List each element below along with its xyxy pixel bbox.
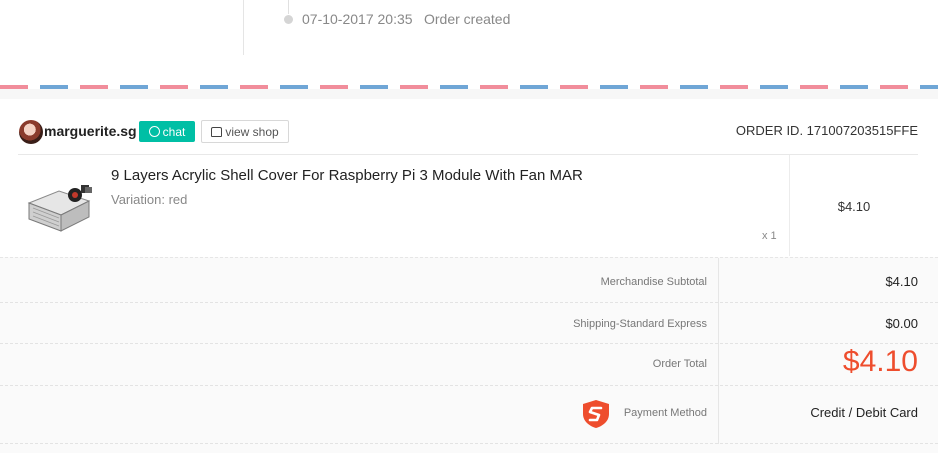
subtotal-row: Merchandise Subtotal $4.10: [0, 258, 938, 303]
order-timeline: 07-10-2017 20:35 Order created: [0, 0, 938, 86]
view-shop-button[interactable]: view shop: [201, 120, 289, 143]
payment-value: Credit / Debit Card: [810, 405, 918, 420]
order-id: ORDER ID. 171007203515FFE: [735, 123, 918, 138]
payment-row: Payment Method Credit / Debit Card: [0, 386, 938, 444]
product-price: $4.10: [837, 199, 871, 214]
order-total-row: Order Total $4.10: [0, 344, 938, 386]
subtotal-label: Merchandise Subtotal: [600, 276, 707, 288]
shop-name[interactable]: marguerite.sg: [44, 123, 137, 139]
chat-button[interactable]: chat: [139, 121, 195, 142]
view-shop-button-label: view shop: [225, 124, 279, 139]
product-title[interactable]: 9 Layers Acrylic Shell Cover For Raspber…: [111, 167, 583, 184]
section-gap: [0, 89, 938, 99]
order-total-label: Order Total: [652, 358, 707, 370]
order-totals: Merchandise Subtotal $4.10 Shipping-Stan…: [0, 257, 938, 453]
shipping-value: $0.00: [885, 316, 918, 331]
shipping-row: Shipping-Standard Express $0.00: [0, 303, 938, 344]
order-total-value: $4.10: [842, 345, 918, 378]
order-item[interactable]: 9 Layers Acrylic Shell Cover For Raspber…: [18, 155, 918, 256]
subtotal-value: $4.10: [885, 274, 918, 289]
timeline-timestamp: 07-10-2017 20:35: [302, 11, 413, 27]
timeline-event: Order created: [424, 11, 511, 27]
product-thumbnail[interactable]: [23, 181, 95, 237]
payment-label: Payment Method: [623, 407, 707, 419]
chat-button-label: chat: [162, 124, 186, 139]
timeline-divider: [243, 0, 244, 55]
shop-icon: [211, 126, 223, 137]
shop-header: marguerite.sg chat view shop ORDER ID. 1…: [18, 99, 918, 155]
shop-avatar[interactable]: [19, 120, 43, 144]
product-quantity: x 1: [762, 230, 777, 242]
timeline-dot: [284, 15, 293, 24]
chat-icon: [148, 126, 160, 137]
timeline-connector: [288, 0, 289, 14]
shield-icon: [583, 400, 609, 428]
product-variation: Variation: red: [111, 192, 188, 207]
order-card: marguerite.sg chat view shop ORDER ID. 1…: [0, 99, 938, 257]
shipping-label: Shipping-Standard Express: [573, 318, 707, 330]
